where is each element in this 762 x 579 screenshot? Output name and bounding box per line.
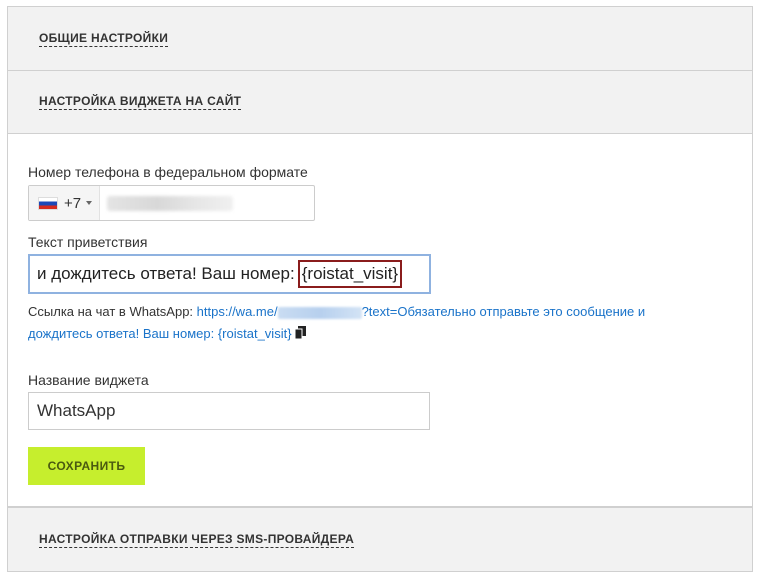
whatsapp-link-prefix: Ссылка на чат в WhatsApp: (28, 304, 197, 319)
phone-number-redacted (107, 196, 233, 211)
whatsapp-number-redacted (277, 306, 362, 319)
widget-name-label: Название виджета (28, 372, 149, 388)
phone-input[interactable]: +7 (28, 185, 315, 221)
section-widget-settings: НАСТРОЙКА ВИДЖЕТА НА САЙТ Номер телефона… (7, 70, 753, 508)
section-sms-settings: НАСТРОЙКА ОТПРАВКИ ЧЕРЕЗ SMS-ПРОВАЙДЕРА (7, 507, 753, 572)
chevron-down-icon (86, 201, 93, 205)
phone-label: Номер телефона в федеральном формате (28, 164, 308, 180)
copy-icon[interactable] (294, 325, 306, 345)
section-general-header[interactable]: ОБЩИЕ НАСТРОЙКИ (8, 7, 752, 70)
greeting-text: и дождитесь ответа! Ваш номер: (37, 264, 295, 283)
russia-flag-icon (38, 196, 58, 210)
section-widget-title[interactable]: НАСТРОЙКА ВИДЖЕТА НА САЙТ (39, 94, 242, 110)
whatsapp-link-start[interactable]: https://wa.me/ (197, 304, 278, 319)
whatsapp-link-line: Ссылка на чат в WhatsApp: https://wa.me/… (28, 302, 728, 322)
widget-name-input[interactable]: WhatsApp (28, 392, 430, 430)
greeting-input[interactable]: и дождитесь ответа! Ваш номер: {roistat_… (28, 254, 431, 294)
country-code: +7 (64, 194, 82, 212)
greeting-token-highlight: {roistat_visit} (297, 260, 403, 288)
save-button[interactable]: СОХРАНИТЬ (28, 447, 145, 485)
country-selector[interactable]: +7 (29, 186, 100, 220)
section-sms-title[interactable]: НАСТРОЙКА ОТПРАВКИ ЧЕРЕЗ SMS-ПРОВАЙДЕРА (39, 532, 355, 548)
whatsapp-link-end[interactable]: дождитесь ответа! Ваш номер: {roistat_vi… (28, 326, 292, 341)
section-general-settings: ОБЩИЕ НАСТРОЙКИ (7, 6, 753, 71)
section-widget-header[interactable]: НАСТРОЙКА ВИДЖЕТА НА САЙТ (8, 71, 752, 134)
greeting-label: Текст приветствия (28, 234, 148, 250)
widget-settings-body: Номер телефона в федеральном формате +7 … (8, 134, 752, 507)
whatsapp-link-line-2: дождитесь ответа! Ваш номер: {roistat_vi… (28, 324, 728, 345)
section-general-title[interactable]: ОБЩИЕ НАСТРОЙКИ (39, 31, 169, 47)
whatsapp-link-rest[interactable]: ?text=Обязательно отправьте это сообщени… (362, 304, 646, 319)
section-sms-header[interactable]: НАСТРОЙКА ОТПРАВКИ ЧЕРЕЗ SMS-ПРОВАЙДЕРА (8, 508, 752, 571)
